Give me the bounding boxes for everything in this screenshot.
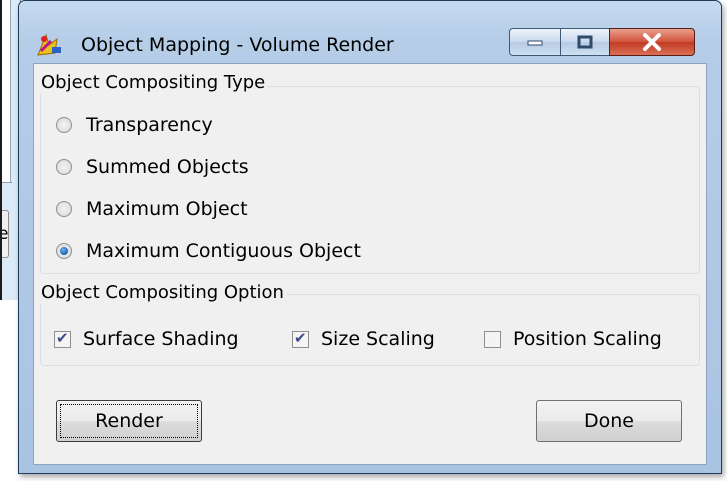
checkbox-position-scaling[interactable]: Position Scaling <box>484 328 662 350</box>
compositing-option-title: Object Compositing Option <box>38 282 287 304</box>
checkbox[interactable] <box>54 329 71 348</box>
radio-maximum-object[interactable]: Maximum Object <box>56 198 248 220</box>
maximize-icon <box>561 29 609 55</box>
radio-button[interactable] <box>56 159 72 175</box>
radio-label: Maximum Contiguous Object <box>86 240 361 262</box>
checkbox-label: Surface Shading <box>83 328 239 350</box>
minimize-icon <box>510 29 560 55</box>
checkbox[interactable] <box>484 330 501 348</box>
dialog-client-area: Object Compositing Type Transparency Sum… <box>33 63 707 465</box>
title-bar[interactable]: Object Mapping - Volume Render <box>19 1 721 59</box>
radio-button[interactable] <box>56 117 72 133</box>
radio-maximum-contiguous-object[interactable]: Maximum Contiguous Object <box>56 240 361 262</box>
checkbox-label: Position Scaling <box>513 328 662 350</box>
compositing-type-title: Object Compositing Type <box>38 72 269 94</box>
done-button[interactable]: Done <box>536 400 682 442</box>
close-button[interactable] <box>609 28 695 56</box>
render-button[interactable]: Render <box>56 400 202 442</box>
radio-transparency[interactable]: Transparency <box>56 114 213 136</box>
close-icon <box>610 29 694 55</box>
radio-summed-objects[interactable]: Summed Objects <box>56 156 249 178</box>
checkbox-label: Size Scaling <box>321 328 435 350</box>
checkbox-size-scaling[interactable]: Size Scaling <box>292 328 435 350</box>
window-title: Object Mapping - Volume Render <box>81 34 394 56</box>
radio-button-selected[interactable] <box>56 243 72 259</box>
checkbox-surface-shading[interactable]: Surface Shading <box>54 328 239 350</box>
radio-label: Maximum Object <box>86 198 248 220</box>
minimize-button[interactable] <box>509 28 561 56</box>
checkbox[interactable] <box>292 329 309 348</box>
object-mapping-dialog: Object Mapping - Volume Render Object Co… <box>18 0 722 474</box>
radio-button[interactable] <box>56 201 72 217</box>
radio-label: Summed Objects <box>86 156 249 178</box>
radio-label: Transparency <box>86 114 213 136</box>
background-window-edge <box>0 0 2 300</box>
app-icon <box>37 33 61 56</box>
maximize-button[interactable] <box>560 28 610 56</box>
